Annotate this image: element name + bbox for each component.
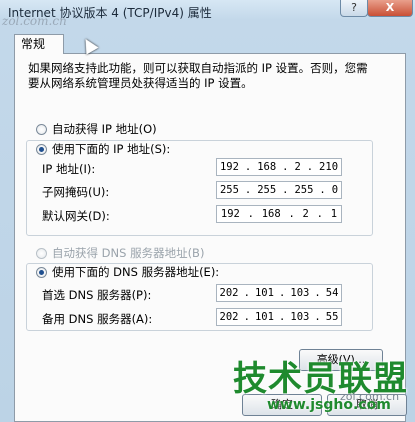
- mouse-cursor-icon: [79, 35, 99, 55]
- watermark-text: zol.com.cn: [2, 14, 67, 28]
- alternate-dns-label: 备用 DNS 服务器(A):: [42, 312, 153, 326]
- brand-watermark: 技术员联盟 www.jsgho.com: [223, 349, 415, 422]
- radio-manual-dns-label: 使用下面的 DNS 服务器地址(E):: [52, 265, 220, 279]
- radio-auto-dns-label: 自动获得 DNS 服务器地址(B): [52, 246, 205, 260]
- ip-octet: 168: [257, 161, 277, 173]
- ip-octet: 255: [294, 184, 314, 196]
- ip-octet: 103: [290, 311, 310, 323]
- ip-octet: 101: [254, 287, 274, 299]
- description-text: 如果网络支持此功能，则可以获取自动指派的 IP 设置。否则，您需要从网络系统管理…: [28, 61, 368, 90]
- ip-octet: 202: [219, 311, 239, 323]
- radio-selected-icon: [36, 266, 47, 278]
- ip-octet: 202: [219, 287, 239, 299]
- ip-octet: 210: [319, 161, 339, 173]
- ip-octet: 255: [257, 184, 277, 196]
- preferred-dns-field[interactable]: 202. 101. 103. 54: [216, 284, 342, 302]
- watermark-text: zol.com.cn: [340, 390, 400, 403]
- radio-manual-ip-label: 使用下面的 IP 地址(S):: [52, 142, 171, 156]
- help-button[interactable]: ?: [340, 0, 368, 17]
- ip-address-field[interactable]: 192. 168. 2. 210: [216, 158, 342, 176]
- gateway-field[interactable]: 192. 168. 2. 1: [216, 205, 342, 223]
- ip-octet: 2: [302, 208, 309, 220]
- gateway-label: 默认网关(D):: [42, 209, 110, 223]
- ip-octet: 192: [219, 161, 239, 173]
- title-bar: Internet 协议版本 4 (TCP/IPv4) 属性 zol.com.cn…: [0, 0, 415, 28]
- ip-octet: 103: [290, 287, 310, 299]
- radio-icon: [36, 247, 47, 259]
- ip-octet: 101: [254, 311, 274, 323]
- ip-octet: 55: [325, 311, 339, 323]
- subnet-mask-label: 子网掩码(U):: [42, 185, 110, 199]
- ip-octet: 168: [261, 208, 281, 220]
- ip-octet: 2: [294, 161, 301, 173]
- subnet-mask-field[interactable]: 255. 255. 255. 0: [216, 181, 342, 199]
- ip-octet: 1: [330, 208, 338, 220]
- radio-auto-ip[interactable]: 自动获得 IP 地址(O): [36, 121, 161, 137]
- radio-icon: [36, 123, 47, 135]
- preferred-dns-label: 首选 DNS 服务器(P):: [42, 288, 152, 302]
- radio-auto-dns[interactable]: 自动获得 DNS 服务器地址(B): [36, 245, 209, 261]
- ip-octet: 192: [220, 208, 240, 220]
- tab-general[interactable]: 常规: [14, 34, 64, 54]
- radio-selected-icon: [36, 143, 47, 155]
- dialog-window: Internet 协议版本 4 (TCP/IPv4) 属性 zol.com.cn…: [0, 0, 415, 422]
- close-button[interactable]: X: [367, 0, 413, 17]
- radio-auto-ip-label: 自动获得 IP 地址(O): [52, 122, 157, 136]
- alternate-dns-field[interactable]: 202. 101. 103. 55: [216, 308, 342, 326]
- ip-octet: 255: [219, 184, 239, 196]
- ip-octet: 54: [325, 287, 339, 299]
- radio-manual-ip[interactable]: 使用下面的 IP 地址(S):: [36, 141, 175, 157]
- ip-address-label: IP 地址(I):: [42, 162, 96, 176]
- radio-manual-dns[interactable]: 使用下面的 DNS 服务器地址(E):: [36, 264, 224, 280]
- ip-octet: 0: [331, 184, 339, 196]
